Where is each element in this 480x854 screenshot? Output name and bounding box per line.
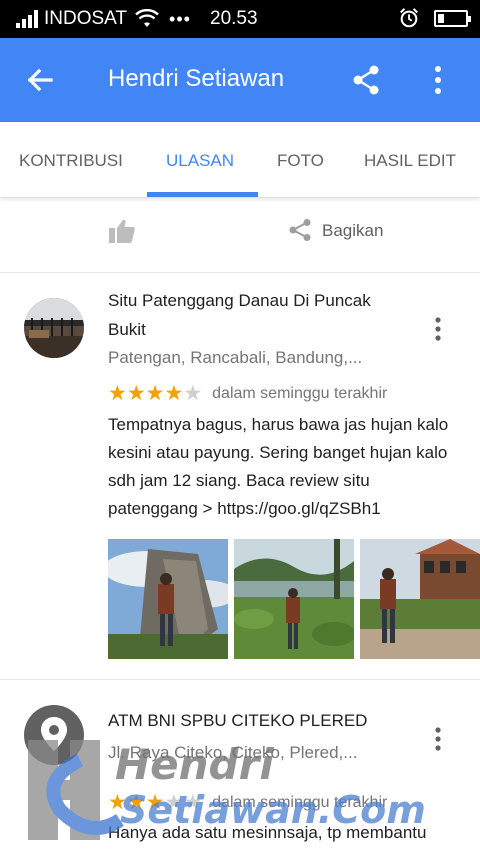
tab-hasil-edit[interactable]: HASIL EDIT	[364, 151, 456, 171]
review-time: dalam seminggu terakhir	[212, 384, 388, 402]
clock: 20.53	[210, 8, 258, 29]
star-empty-icon: ★	[183, 382, 203, 405]
star-filled-icon: ★	[126, 382, 146, 405]
star-rating: ★★★★★	[108, 381, 202, 406]
share-icon[interactable]	[288, 218, 312, 242]
status-bar: INDOSAT ••• 20.53	[0, 0, 480, 38]
battery-icon	[434, 9, 471, 27]
tab-ulasan[interactable]: ULASAN	[166, 151, 234, 171]
place-thumbnail[interactable]	[24, 298, 84, 358]
share-label[interactable]: Bagikan	[322, 221, 383, 241]
overflow-menu-icon[interactable]	[428, 64, 448, 96]
tab-kontribusi[interactable]: KONTRIBUSI	[19, 151, 123, 171]
place-name[interactable]: ATM BNI SPBU CITEKO PLERED	[108, 706, 408, 735]
tab-foto[interactable]: FOTO	[277, 151, 324, 171]
more-notifications-icon: •••	[169, 8, 191, 29]
rating: ★★★★★ dalam seminggu terakhir	[108, 790, 387, 815]
star-filled-icon: ★	[145, 382, 165, 405]
review-photo[interactable]	[360, 539, 480, 659]
star-filled-icon: ★	[145, 791, 165, 814]
place-address: Jl. Raya Citeko, Citeko, Plered,...	[108, 743, 358, 762]
back-arrow-icon[interactable]	[24, 64, 56, 96]
review-photos	[108, 539, 480, 659]
review-time: dalam seminggu terakhir	[212, 793, 388, 811]
star-filled-icon: ★	[108, 382, 127, 405]
app-bar: Hendri Setiawan	[0, 38, 480, 122]
review-card: ATM BNI SPBU CITEKO PLERED Jl. Raya Cite…	[0, 681, 480, 854]
review-card: Situ Patenggang Danau Di Puncak Bukit Pa…	[0, 274, 480, 680]
star-rating: ★★★★★	[108, 790, 202, 815]
review-menu-icon[interactable]	[428, 316, 448, 342]
rating: ★★★★★ dalam seminggu terakhir	[108, 381, 387, 406]
review-photo[interactable]	[234, 539, 354, 659]
alarm-icon	[400, 8, 418, 28]
star-filled-icon: ★	[108, 791, 127, 814]
carrier-name: INDOSAT	[44, 8, 128, 29]
thumbs-up-icon[interactable]	[108, 217, 136, 245]
review-menu-icon[interactable]	[428, 726, 448, 752]
wifi-icon	[135, 9, 159, 27]
place-thumbnail[interactable]	[24, 705, 84, 765]
review-text: Hanya ada satu mesinnsaja, tp membantu	[108, 823, 427, 842]
review-text: Tempatnya bagus, harus bawa jas hujan ka…	[108, 415, 449, 518]
profile-title: Hendri Setiawan	[108, 65, 285, 92]
share-icon[interactable]	[350, 64, 382, 96]
place-name[interactable]: Situ Patenggang Danau Di Puncak Bukit	[108, 286, 408, 344]
star-empty-icon: ★	[183, 791, 203, 814]
active-tab-indicator	[147, 192, 258, 197]
star-empty-icon: ★	[164, 791, 184, 814]
profile-actions: Bagikan	[0, 199, 480, 273]
review-photo[interactable]	[108, 539, 228, 659]
tab-bar: KONTRIBUSI ULASAN FOTO HASIL EDIT	[0, 122, 480, 198]
place-address: Patengan, Rancabali, Bandung,...	[108, 348, 363, 367]
star-filled-icon: ★	[164, 382, 184, 405]
star-filled-icon: ★	[126, 791, 146, 814]
signal-icon	[16, 10, 38, 28]
